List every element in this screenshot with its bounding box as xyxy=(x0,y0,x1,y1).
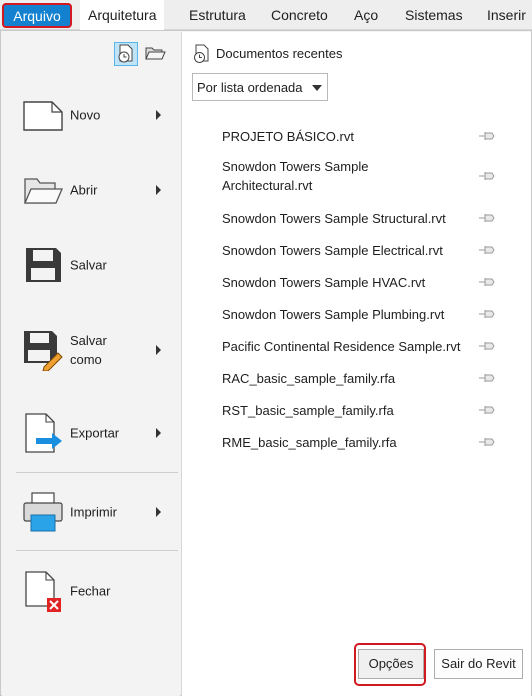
printer-icon xyxy=(22,491,64,533)
export-icon xyxy=(22,412,64,454)
pin-icon[interactable] xyxy=(478,372,496,384)
recent-file-item[interactable]: RST_basic_sample_family.rfa xyxy=(222,401,502,420)
menu-item-abrir[interactable]: Abrir xyxy=(2,155,180,225)
sort-order-dropdown[interactable]: Por lista ordenada xyxy=(192,73,328,101)
save-as-icon xyxy=(22,329,64,372)
menu-item-salvar[interactable]: Salvar xyxy=(2,230,180,300)
pin-icon[interactable] xyxy=(478,170,496,182)
folder-open-icon xyxy=(22,169,64,211)
pin-icon[interactable] xyxy=(478,130,496,142)
recent-documents-icon xyxy=(192,44,212,64)
options-button[interactable]: Opções xyxy=(358,649,424,679)
ribbon-tab-bar: Arquivo Arquitetura Estrutura Concreto A… xyxy=(0,0,532,31)
menu-item-label: Fechar xyxy=(70,583,111,599)
open-documents-icon[interactable] xyxy=(144,42,168,66)
menu-item-label: Exportar xyxy=(70,425,120,441)
menu-item-label: Novo xyxy=(70,107,101,123)
menu-item-fechar[interactable]: Fechar xyxy=(2,556,180,626)
menu-item-exportar[interactable]: Exportar xyxy=(2,398,180,468)
tab-arquitetura[interactable]: Arquitetura xyxy=(80,0,165,31)
recent-documents-title: Documentos recentes xyxy=(216,46,343,61)
submenu-arrow-icon xyxy=(156,185,161,195)
save-icon xyxy=(22,244,64,286)
submenu-arrow-icon xyxy=(156,345,161,355)
recent-file-item[interactable]: Snowdon Towers Sample Architectural.rvt xyxy=(222,157,442,195)
submenu-arrow-icon xyxy=(156,110,161,120)
close-file-icon xyxy=(22,570,64,612)
chevron-down-icon xyxy=(312,85,322,91)
pin-icon[interactable] xyxy=(478,340,496,352)
menu-divider xyxy=(16,472,178,473)
menu-item-salvar-como[interactable]: Salvar como xyxy=(2,315,180,385)
pin-icon[interactable] xyxy=(478,212,496,224)
recent-file-item[interactable]: Snowdon Towers Sample Plumbing.rvt xyxy=(222,305,502,324)
recent-documents-pane: Documentos recentes Por lista ordenada P… xyxy=(181,32,531,696)
menu-item-label: Abrir xyxy=(70,182,98,198)
menu-item-label: Imprimir xyxy=(70,504,117,520)
pin-icon[interactable] xyxy=(478,276,496,288)
recent-file-item[interactable]: Pacific Continental Residence Sample.rvt xyxy=(222,337,502,356)
application-menu: Novo Abrir Salvar Salvar como Exportar I… xyxy=(0,30,532,696)
recent-file-item[interactable]: Snowdon Towers Sample Electrical.rvt xyxy=(222,241,502,260)
pin-icon[interactable] xyxy=(478,436,496,448)
recent-file-item[interactable]: Snowdon Towers Sample Structural.rvt xyxy=(222,209,502,228)
tab-sistemas[interactable]: Sistemas xyxy=(397,0,471,30)
tab-concreto[interactable]: Concreto xyxy=(263,0,336,30)
tab-inserir[interactable]: Inserir xyxy=(479,0,532,30)
tab-arquivo[interactable]: Arquivo xyxy=(2,3,72,28)
recent-file-item[interactable]: PROJETO BÁSICO.rvt xyxy=(222,127,502,146)
exit-revit-button[interactable]: Sair do Revit xyxy=(434,649,523,679)
tab-estrutura[interactable]: Estrutura xyxy=(181,0,254,30)
recent-file-item[interactable]: RME_basic_sample_family.rfa xyxy=(222,433,502,452)
menu-item-novo[interactable]: Novo xyxy=(2,80,180,150)
menu-item-label: Salvar como xyxy=(70,333,107,367)
menu-item-imprimir[interactable]: Imprimir xyxy=(2,477,180,547)
submenu-arrow-icon xyxy=(156,428,161,438)
pin-icon[interactable] xyxy=(478,244,496,256)
recent-file-item[interactable]: Snowdon Towers Sample HVAC.rvt xyxy=(222,273,502,292)
sort-order-value: Por lista ordenada xyxy=(197,80,303,95)
submenu-arrow-icon xyxy=(156,507,161,517)
menu-item-label: Salvar xyxy=(70,257,107,273)
new-file-icon xyxy=(22,94,64,136)
tab-aco[interactable]: Aço xyxy=(346,0,386,30)
menu-divider xyxy=(16,550,178,551)
recent-file-item[interactable]: RAC_basic_sample_family.rfa xyxy=(222,369,502,388)
pin-icon[interactable] xyxy=(478,404,496,416)
pin-icon[interactable] xyxy=(478,308,496,320)
menu-commands-pane: Novo Abrir Salvar Salvar como Exportar I… xyxy=(2,32,180,696)
recent-documents-icon[interactable] xyxy=(114,42,138,66)
